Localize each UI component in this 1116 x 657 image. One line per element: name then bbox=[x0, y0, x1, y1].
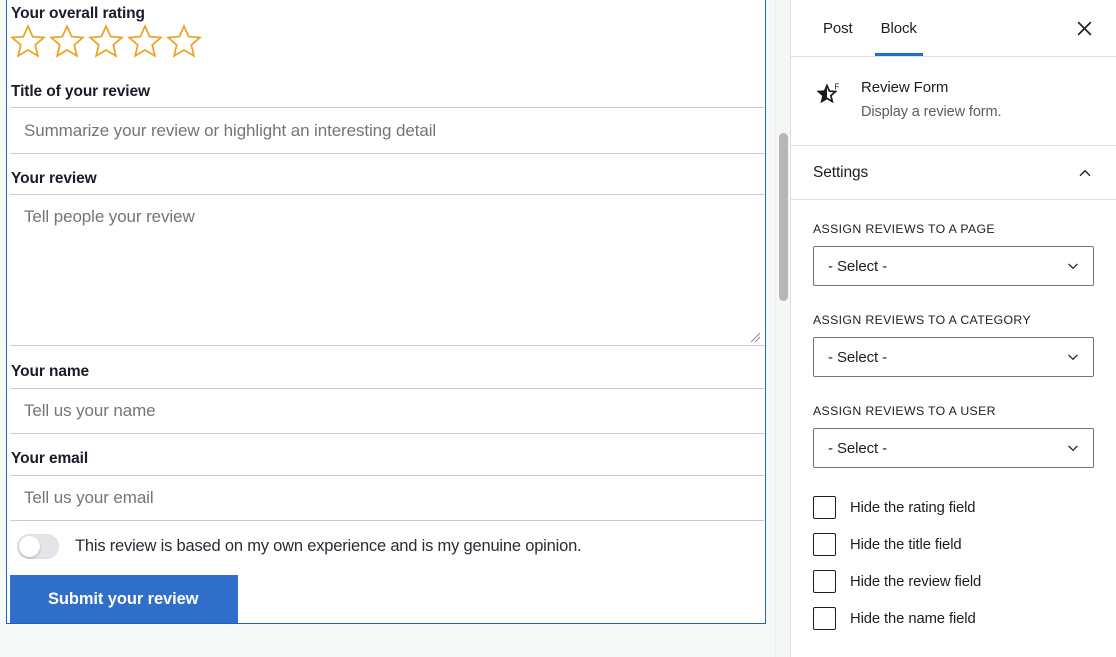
block-description: Display a review form. bbox=[861, 103, 1002, 120]
terms-toggle-switch[interactable] bbox=[17, 534, 59, 559]
toggle-knob bbox=[19, 536, 40, 557]
submit-review-button[interactable]: Submit your review bbox=[10, 575, 238, 623]
reviewer-email-input[interactable]: Tell us your email bbox=[10, 475, 764, 521]
hide-title-field-label: Hide the title field bbox=[850, 536, 962, 553]
assign-category-label: ASSIGN REVIEWS TO A CATEGORY bbox=[813, 313, 1031, 328]
editor-scrollbar[interactable] bbox=[775, 0, 790, 657]
star-icon[interactable] bbox=[9, 22, 47, 60]
hide-rating-field-row[interactable]: Hide the rating field bbox=[813, 489, 1094, 526]
settings-panel-title: Settings bbox=[813, 163, 869, 181]
svg-text:F: F bbox=[835, 83, 840, 92]
editor-window: Your overall rating Title of your review… bbox=[0, 0, 1116, 657]
hide-title-field-checkbox[interactable] bbox=[813, 533, 836, 557]
title-field-label: Title of your review bbox=[11, 83, 150, 100]
close-sidebar-button[interactable] bbox=[1066, 10, 1102, 46]
assign-category-select[interactable]: - Select - bbox=[813, 337, 1094, 378]
assign-page-label: ASSIGN REVIEWS TO A PAGE bbox=[813, 222, 995, 237]
assign-category-value: - Select - bbox=[828, 348, 888, 366]
assign-page-control: ASSIGN REVIEWS TO A PAGE - Select - bbox=[813, 222, 1094, 287]
assign-page-select[interactable]: - Select - bbox=[813, 246, 1094, 287]
half-star-f-icon: F bbox=[813, 79, 847, 113]
name-field-label: Your name bbox=[11, 363, 90, 380]
review-form-block[interactable]: Your overall rating Title of your review… bbox=[6, 0, 766, 624]
tab-block[interactable]: Block bbox=[867, 0, 931, 56]
block-settings-sidebar: Post Block F Review Form Display a revie… bbox=[790, 0, 1116, 657]
email-field-label: Your email bbox=[11, 450, 89, 467]
hide-title-field-row[interactable]: Hide the title field bbox=[813, 526, 1094, 563]
hide-review-field-row[interactable]: Hide the review field bbox=[813, 563, 1094, 600]
hide-rating-field-checkbox[interactable] bbox=[813, 496, 836, 520]
resize-handle-icon[interactable] bbox=[749, 331, 761, 343]
review-body-placeholder: Tell people your review bbox=[24, 207, 195, 226]
chevron-down-icon bbox=[1068, 445, 1078, 452]
editor-scrollbar-thumb[interactable] bbox=[779, 133, 788, 301]
hide-name-field-label: Hide the name field bbox=[850, 610, 976, 627]
chevron-up-icon bbox=[1079, 169, 1091, 176]
hide-review-field-label: Hide the review field bbox=[850, 573, 982, 590]
rating-field-label: Your overall rating bbox=[11, 5, 145, 22]
assign-user-control: ASSIGN REVIEWS TO A USER - Select - bbox=[813, 404, 1094, 469]
hide-rating-field-label: Hide the rating field bbox=[850, 499, 976, 516]
reviewer-email-placeholder: Tell us your email bbox=[24, 488, 154, 507]
assign-category-control: ASSIGN REVIEWS TO A CATEGORY - Select - bbox=[813, 313, 1094, 378]
star-icon[interactable] bbox=[165, 22, 203, 60]
reviewer-name-input[interactable]: Tell us your name bbox=[10, 388, 764, 434]
review-title-placeholder: Summarize your review or highlight an in… bbox=[24, 120, 437, 140]
hide-review-field-checkbox[interactable] bbox=[813, 570, 836, 594]
review-title-input[interactable]: Summarize your review or highlight an in… bbox=[10, 107, 764, 154]
settings-panel-header[interactable]: Settings bbox=[791, 146, 1116, 201]
close-icon bbox=[1077, 21, 1091, 35]
assign-page-value: - Select - bbox=[828, 257, 888, 275]
star-icon[interactable] bbox=[48, 22, 86, 60]
review-body-textarea[interactable]: Tell people your review bbox=[10, 194, 764, 346]
chevron-down-icon bbox=[1068, 354, 1078, 361]
star-rating-input[interactable] bbox=[9, 22, 203, 60]
sidebar-tabbar: Post Block bbox=[791, 0, 1116, 57]
reviewer-name-placeholder: Tell us your name bbox=[24, 401, 156, 420]
editor-canvas: Your overall rating Title of your review… bbox=[0, 0, 790, 657]
star-icon[interactable] bbox=[87, 22, 125, 60]
hide-name-field-row[interactable]: Hide the name field bbox=[813, 600, 1094, 637]
block-info-card: F Review Form Display a review form. bbox=[791, 57, 1116, 147]
terms-toggle-row[interactable]: This review is based on my own experienc… bbox=[17, 534, 757, 559]
assign-user-value: - Select - bbox=[828, 439, 888, 457]
hide-field-checkbox-group: Hide the rating field Hide the title fie… bbox=[813, 489, 1094, 637]
settings-panel-body: ASSIGN REVIEWS TO A PAGE - Select - ASSI… bbox=[791, 200, 1116, 637]
chevron-down-icon bbox=[1068, 263, 1078, 270]
assign-user-label: ASSIGN REVIEWS TO A USER bbox=[813, 404, 996, 419]
hide-name-field-checkbox[interactable] bbox=[813, 607, 836, 631]
terms-toggle-label: This review is based on my own experienc… bbox=[75, 537, 582, 555]
block-title: Review Form bbox=[861, 79, 949, 96]
star-icon[interactable] bbox=[126, 22, 164, 60]
assign-user-select[interactable]: - Select - bbox=[813, 428, 1094, 469]
review-field-label: Your review bbox=[11, 170, 97, 187]
tab-post[interactable]: Post bbox=[809, 0, 867, 56]
